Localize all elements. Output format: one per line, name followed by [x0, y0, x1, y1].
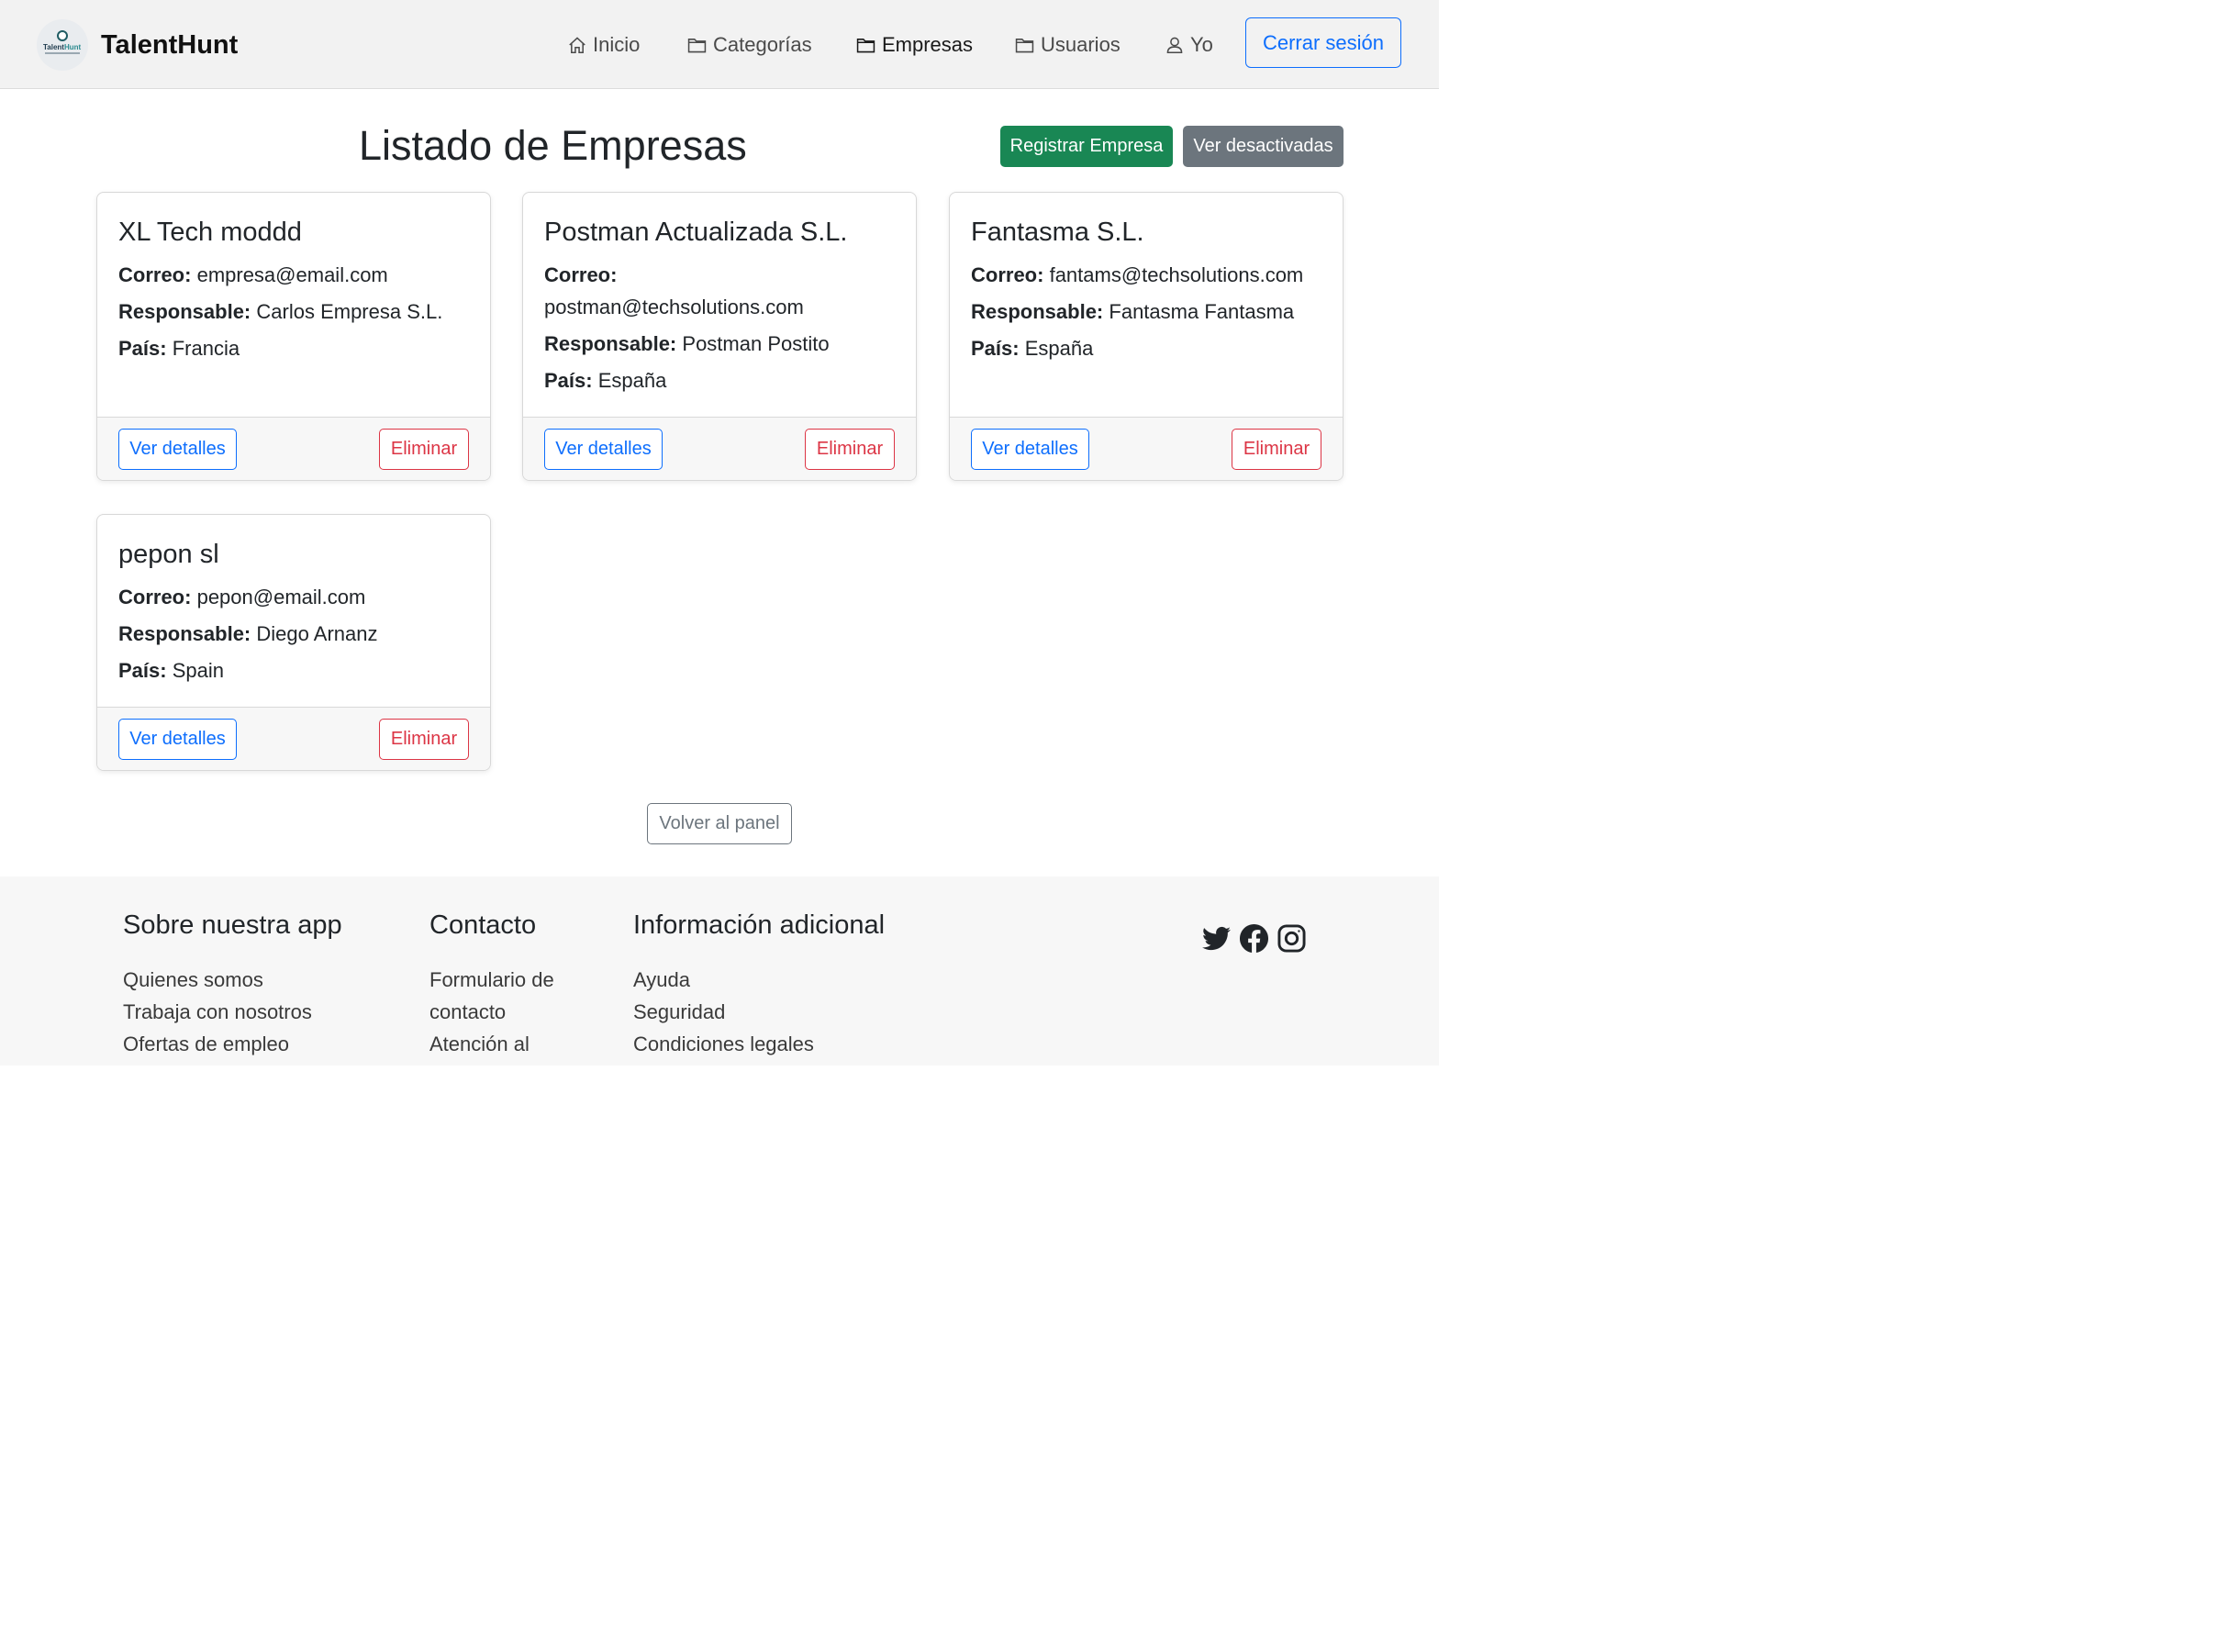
company-country: País: Spain [118, 659, 224, 682]
footer-link[interactable]: Atención al [429, 1028, 585, 1060]
delete-button[interactable]: Eliminar [379, 719, 469, 760]
company-email: Correo: postman@techsolutions.com [544, 263, 804, 318]
view-details-button[interactable]: Ver detalles [118, 719, 237, 760]
company-card: Fantasma S.L. Correo: fantams@techsoluti… [949, 192, 1344, 481]
company-email: Correo: pepon@email.com [118, 586, 366, 608]
nav-item-yo[interactable]: Yo [1165, 29, 1213, 61]
footer-heading: Información adicional [633, 910, 886, 940]
register-company-button[interactable]: Registrar Empresa [1000, 126, 1173, 167]
nav-label: Empresas [882, 33, 974, 56]
social-links [1202, 924, 1306, 953]
footer-column-about: Sobre nuestra app Quienes somos Trabaja … [123, 908, 342, 1060]
footer-heading: Sobre nuestra app [123, 910, 342, 940]
company-card: XL Tech moddd Correo: empresa@email.com … [96, 192, 491, 481]
nav-item-inicio[interactable]: Inicio [567, 29, 640, 61]
folder-icon [687, 39, 707, 53]
company-card: Postman Actualizada S.L. Correo: postman@… [522, 192, 917, 481]
view-details-button[interactable]: Ver detalles [118, 429, 237, 470]
company-name: Fantasma S.L. [971, 218, 1144, 247]
house-icon [569, 37, 585, 54]
company-manager: Responsable: Postman Postito [544, 332, 830, 355]
folder-icon [856, 39, 875, 53]
nav-item-empresas[interactable]: Empresas [855, 29, 973, 61]
card-footer: Ver detalles Eliminar [523, 417, 916, 480]
nav-label: Inicio [593, 33, 641, 56]
navbar: TalentHunt TalentHunt Inicio Categorías … [0, 0, 1439, 89]
footer-column-info: Información adicional Ayuda Seguridad Co… [633, 908, 885, 1060]
nav-item-categorias[interactable]: Categorías [686, 29, 812, 61]
nav-label: Yo [1190, 33, 1213, 56]
company-manager: Responsable: Fantasma Fantasma [971, 300, 1295, 323]
view-details-button[interactable]: Ver detalles [971, 429, 1089, 470]
company-name: Postman Actualizada S.L. [544, 218, 848, 247]
footer-link[interactable]: Formulario de contacto [429, 964, 585, 1028]
view-details-button[interactable]: Ver detalles [544, 429, 663, 470]
nav-label: Usuarios [1041, 33, 1121, 56]
nav-label: Categorías [713, 33, 812, 56]
company-manager: Responsable: Diego Arnanz [118, 622, 378, 645]
delete-button[interactable]: Eliminar [805, 429, 895, 470]
page-title: Listado de Empresas [359, 122, 747, 169]
footer-heading: Contacto [429, 910, 537, 940]
footer: Sobre nuestra app Quienes somos Trabaja … [0, 876, 1439, 1066]
person-icon [1166, 37, 1183, 54]
brand[interactable]: TalentHunt TalentHunt [37, 19, 238, 71]
company-email: Correo: empresa@email.com [118, 263, 388, 286]
footer-link[interactable]: Seguridad [633, 996, 885, 1028]
company-email: Correo: fantams@techsolutions.com [971, 263, 1304, 286]
instagram-icon[interactable] [1277, 924, 1306, 953]
company-manager: Responsable: Carlos Empresa S.L. [118, 300, 443, 323]
back-to-panel-button[interactable]: Volver al panel [647, 803, 792, 844]
company-country: País: España [544, 369, 667, 392]
logout-button[interactable]: Cerrar sesión [1245, 17, 1401, 68]
footer-link[interactable]: Trabaja con nosotros [123, 996, 342, 1028]
nav-item-usuarios[interactable]: Usuarios [1014, 29, 1121, 61]
folder-icon [1015, 39, 1034, 53]
company-country: País: Francia [118, 337, 240, 360]
company-card: pepon sl Correo: pepon@email.com Respons… [96, 514, 491, 771]
twitter-icon[interactable] [1202, 924, 1231, 953]
card-footer: Ver detalles Eliminar [950, 417, 1343, 480]
footer-link[interactable]: Ayuda [633, 964, 885, 996]
footer-link[interactable]: Quienes somos [123, 964, 342, 996]
brand-name: TalentHunt [101, 29, 239, 60]
company-name: pepon sl [118, 540, 219, 569]
delete-button[interactable]: Eliminar [379, 429, 469, 470]
footer-link[interactable]: Condiciones legales [633, 1028, 885, 1060]
facebook-icon[interactable] [1240, 924, 1268, 953]
logo: TalentHunt [37, 19, 88, 71]
card-footer: Ver detalles Eliminar [97, 707, 490, 770]
footer-link[interactable]: Ofertas de empleo [123, 1028, 342, 1060]
company-name: XL Tech moddd [118, 218, 302, 247]
delete-button[interactable]: Eliminar [1232, 429, 1321, 470]
card-footer: Ver detalles Eliminar [97, 417, 490, 480]
footer-column-contact: Contacto Formulario de contacto Atención… [429, 908, 585, 1060]
company-country: País: España [971, 337, 1094, 360]
view-deactivated-button[interactable]: Ver desactivadas [1183, 126, 1344, 167]
